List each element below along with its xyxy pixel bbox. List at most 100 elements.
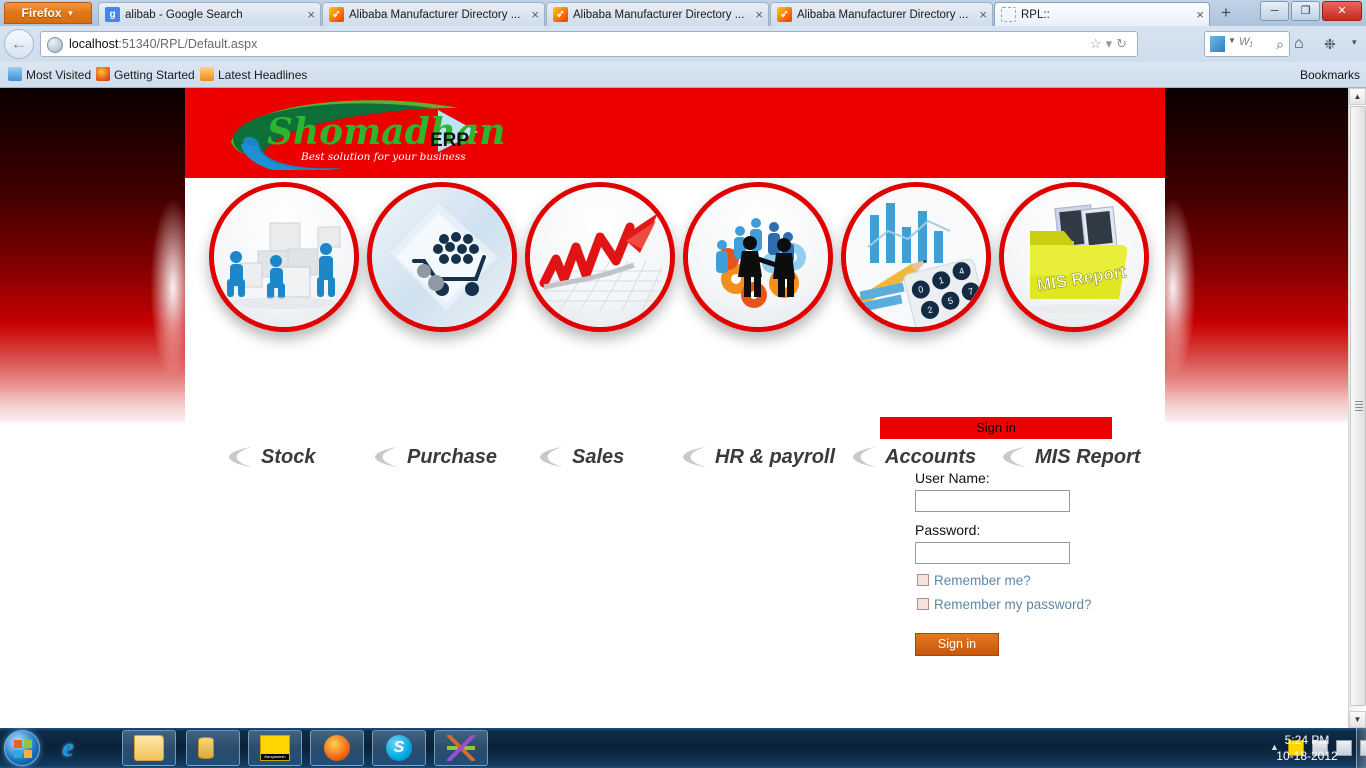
module-icon-hr-payroll[interactable] — [683, 182, 833, 332]
windows-taskbar: e Bangladesh S ▲ 🔊 5:24 PM 10-18-2012 — [0, 728, 1366, 768]
url-host: localhost — [69, 37, 119, 51]
address-bar[interactable]: localhost:51340/RPL/Default.aspx ☆▾↻ — [40, 31, 1138, 57]
search-engine-icon[interactable] — [1210, 36, 1225, 52]
restore-button[interactable]: ❐ — [1291, 1, 1320, 21]
search-icon[interactable]: ⌕ — [1276, 36, 1284, 53]
remember-me-row[interactable]: Remember me? — [917, 573, 1031, 588]
module-icon-accounts[interactable]: 014 257 — [841, 182, 991, 332]
site-identity-globe-icon — [47, 37, 63, 53]
most-visited-icon — [8, 67, 22, 81]
chevron-down-icon[interactable]: ▾ — [1106, 36, 1117, 51]
rss-icon — [200, 67, 214, 81]
module-label-mis-report[interactable]: MIS Report — [1003, 440, 1193, 474]
start-orb-icon[interactable] — [4, 730, 40, 766]
tab-close-icon[interactable]: × — [1196, 3, 1204, 26]
browser-chrome: Firefox ▼ g alibab - Google Search × ➹ Al… — [0, 0, 1366, 88]
taskbar-visual-studio[interactable] — [434, 730, 488, 766]
search-bar[interactable]: ▼ W₁ ⌕ — [1204, 31, 1290, 57]
bookmark-most-visited[interactable]: Most Visited — [8, 62, 91, 88]
warehouse-boxes-icon — [214, 187, 354, 327]
firefox-app-button[interactable]: Firefox ▼ — [4, 2, 92, 24]
shomadhan-erp-logo[interactable]: Shomadhan ERP Best solution for your bus… — [223, 96, 523, 170]
svg-text:ERP: ERP — [430, 130, 469, 151]
calculator-chart-pencil-icon: 014 257 — [846, 187, 986, 327]
signin-panel: Sign in User Name: Password: Remember me… — [880, 417, 1112, 656]
module-label-hr-payroll[interactable]: HR & payroll — [683, 440, 873, 474]
minimize-button[interactable]: ─ — [1260, 1, 1289, 21]
module-icon-purchase[interactable] — [367, 182, 517, 332]
username-label: User Name: — [915, 470, 990, 486]
show-desktop-button[interactable] — [1356, 728, 1366, 768]
tab-alibaba-1[interactable]: ➹ Alibaba Manufacturer Directory ... × — [322, 2, 545, 26]
taskbar-skype[interactable]: S — [372, 730, 426, 766]
clock-date: 10-18-2012 — [1276, 749, 1338, 763]
scroll-up-button[interactable]: ▲ — [1349, 88, 1366, 105]
scroll-down-button[interactable]: ▼ — [1349, 711, 1366, 728]
blank-page-icon — [1001, 7, 1016, 22]
tab-label: RPL:: — [1021, 9, 1050, 21]
module-label-text: Purchase — [407, 446, 498, 468]
tab-rpl[interactable]: RPL:: × — [994, 2, 1210, 26]
chevron-down-icon[interactable]: ▼ — [1228, 36, 1236, 45]
tab-close-icon[interactable]: × — [307, 3, 315, 26]
alibaba-icon: ➹ — [329, 7, 344, 22]
tab-close-icon[interactable]: × — [755, 3, 763, 26]
tab-alibaba-3[interactable]: ➹ Alibaba Manufacturer Directory ... × — [770, 2, 993, 26]
url-path: :51340/RPL/Default.aspx — [118, 37, 258, 51]
taskbar-windows-explorer[interactable] — [122, 730, 176, 766]
username-input[interactable] — [915, 490, 1070, 512]
google-icon: g — [105, 7, 120, 22]
navigation-toolbar: ← localhost:51340/RPL/Default.aspx ☆▾↻ ▼… — [0, 26, 1366, 62]
sql-server-tools-icon — [198, 737, 214, 759]
bangladesh-app-icon: Bangladesh — [260, 735, 290, 761]
module-icon-sales[interactable] — [525, 182, 675, 332]
module-icon-stock[interactable] — [209, 182, 359, 332]
close-button[interactable]: ✕ — [1322, 1, 1362, 21]
alibaba-icon: ➹ — [553, 7, 568, 22]
new-tab-button[interactable]: + — [1214, 3, 1238, 25]
bookmark-latest-headlines[interactable]: Latest Headlines — [200, 62, 307, 88]
taskbar-clock[interactable]: 5:24 PM 10-18-2012 — [1270, 732, 1344, 764]
scroll-thumb[interactable] — [1350, 106, 1366, 706]
taskbar-firefox[interactable] — [310, 730, 364, 766]
remember-password-checkbox[interactable] — [917, 598, 929, 610]
tab-label: Alibaba Manufacturer Directory ... — [797, 9, 969, 21]
password-label: Password: — [915, 522, 981, 538]
internet-explorer-icon[interactable]: e — [52, 732, 84, 764]
home-icon[interactable]: ⌂ — [1294, 35, 1304, 53]
tab-alibaba-2[interactable]: ➹ Alibaba Manufacturer Directory ... × — [546, 2, 769, 26]
tab-label: Alibaba Manufacturer Directory ... — [573, 9, 745, 21]
firefox-icon — [96, 67, 110, 81]
back-button[interactable]: ← — [4, 29, 34, 59]
module-icon-mis-report[interactable]: MIS Report — [999, 182, 1149, 332]
page-scrollbar[interactable]: ▲ ▼ — [1348, 88, 1366, 728]
tab-label: Alibaba Manufacturer Directory ... — [349, 9, 521, 21]
tab-close-icon[interactable]: × — [531, 3, 539, 26]
signin-submit-button[interactable]: Sign in — [915, 633, 999, 656]
window-controls: ─ ❐ ✕ — [1260, 1, 1362, 23]
firefox-icon — [324, 735, 350, 761]
tab-close-icon[interactable]: × — [979, 3, 987, 26]
module-nav: 014 257 MIS Report Stock Purchase Sales … — [185, 178, 1165, 470]
password-input[interactable] — [915, 542, 1070, 564]
alibaba-icon: ➹ — [777, 7, 792, 22]
toolbar-overflow-icon[interactable]: ▾ — [1352, 37, 1357, 48]
windows-flag-icon — [14, 740, 32, 758]
bookmark-getting-started[interactable]: Getting Started — [96, 62, 195, 88]
bookmarks-menu-button[interactable]: Bookmarks — [1300, 62, 1360, 88]
remember-password-row[interactable]: Remember my password? — [917, 597, 1092, 612]
module-label-text: MIS Report — [1035, 446, 1141, 468]
module-label-purchase[interactable]: Purchase — [375, 440, 565, 474]
taskbar-bangladesh-app[interactable]: Bangladesh — [248, 730, 302, 766]
search-engine-label: W₁ — [1239, 36, 1253, 48]
tab-google-search[interactable]: g alibab - Google Search × — [98, 2, 321, 26]
remember-me-checkbox[interactable] — [917, 574, 929, 586]
taskbar-sql-tools[interactable] — [186, 730, 240, 766]
bookmark-star-icon[interactable]: ☆ — [1090, 36, 1106, 51]
reload-icon[interactable]: ↻ — [1116, 36, 1131, 51]
bookmarks-button-label: Bookmarks — [1299, 68, 1360, 82]
remember-password-label: Remember my password? — [934, 597, 1092, 612]
svg-text:Best solution for your busines: Best solution for your business — [300, 151, 466, 163]
addon-icon[interactable]: ❉ — [1324, 36, 1336, 53]
bangladesh-app-label: Bangladesh — [261, 754, 289, 760]
